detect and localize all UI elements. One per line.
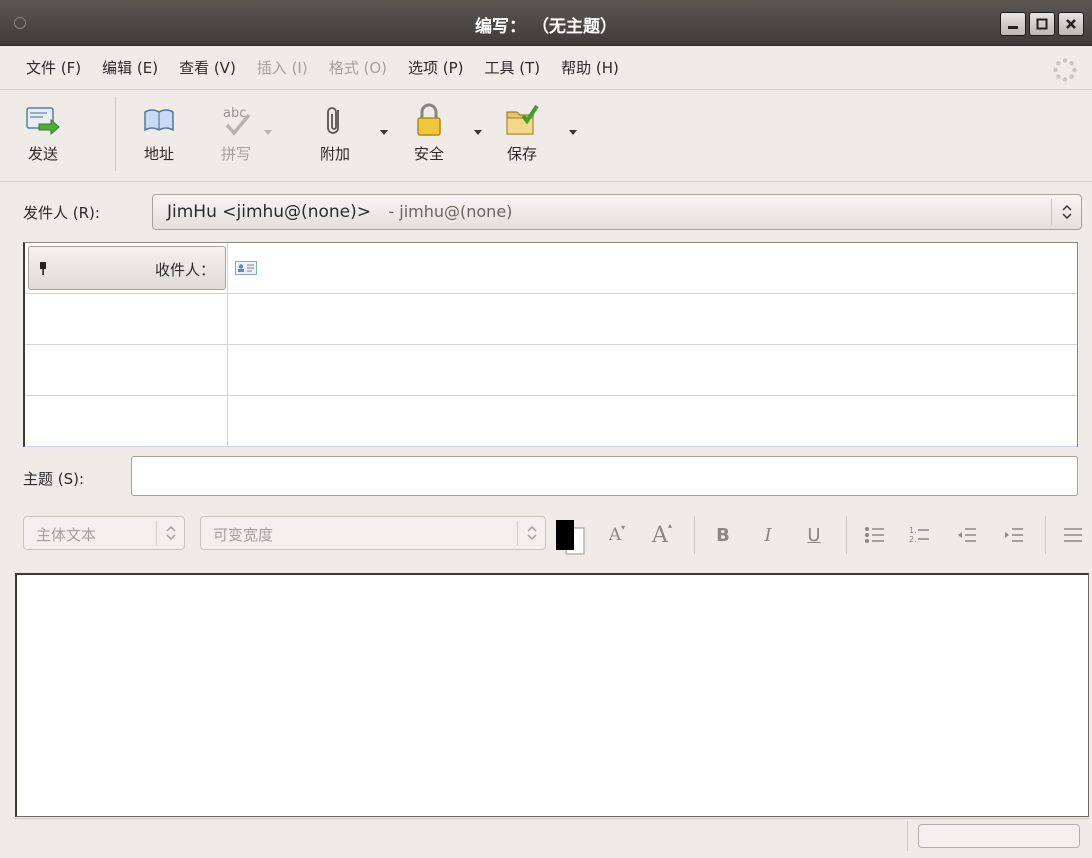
attach-button[interactable]: 附加: [316, 101, 354, 175]
address-book-icon: [144, 109, 174, 132]
attach-dropdown-arrow[interactable]: [378, 127, 390, 137]
underline-button[interactable]: U: [801, 522, 827, 548]
to-label: 收件人：: [154, 261, 215, 279]
recipient-input[interactable]: [229, 345, 1077, 395]
paragraph-style-select[interactable]: 主体文本: [23, 516, 185, 550]
italic-button[interactable]: I: [755, 522, 781, 548]
indent-icon: [1005, 528, 1023, 542]
svg-text:abc: abc: [223, 106, 246, 121]
up-down-arrows-icon: [526, 526, 537, 540]
text-color-button[interactable]: [553, 514, 593, 558]
from-identity: JimHu <jimhu@(none)>: [167, 202, 371, 222]
font-smaller-button[interactable]: A ▾: [604, 522, 630, 548]
up-down-arrows-icon: [165, 526, 176, 540]
spell-check-icon: abc: [223, 106, 251, 136]
spell-label: 拼写: [220, 145, 251, 163]
numbered-list-icon: 1. 2.: [909, 526, 929, 544]
up-down-arrows-icon: [1061, 205, 1072, 219]
contact-card-icon: [235, 261, 257, 275]
progress-bar: [918, 824, 1080, 848]
recipient-row: [25, 345, 1077, 396]
menu-view[interactable]: 查看 (V): [179, 57, 236, 78]
recipient-row: [25, 294, 1077, 345]
security-dropdown-arrow[interactable]: [472, 127, 484, 137]
numbered-list-button[interactable]: 1. 2.: [907, 522, 933, 548]
menu-format[interactable]: 格式 (O): [329, 57, 387, 78]
send-label: 发送: [27, 145, 58, 163]
message-body-editor[interactable]: [15, 573, 1089, 817]
status-bar: [15, 818, 1089, 852]
font-larger-button[interactable]: A ▴: [649, 521, 675, 548]
address-label: 地址: [143, 145, 174, 163]
recipient-input[interactable]: [229, 294, 1077, 344]
align-button[interactable]: [1060, 522, 1086, 548]
chevron-down-icon: [264, 129, 272, 135]
chevron-down-icon: [569, 129, 577, 135]
close-button[interactable]: [1058, 12, 1084, 36]
from-label: 发件人 (R):: [23, 204, 100, 222]
toolbar-separator: [115, 97, 116, 171]
font-select[interactable]: 可变宽度: [200, 516, 546, 550]
window-title: 编写： （无主题）: [475, 17, 617, 37]
from-account: - jimhu@(none): [388, 202, 513, 221]
svg-text:1.: 1.: [909, 526, 917, 535]
from-row: 发件人 (R): JimHu <jimhu@(none)> - jimhu@(n…: [0, 190, 1092, 234]
bold-button[interactable]: B: [710, 522, 736, 548]
close-icon: [1066, 19, 1076, 29]
menu-bar: 文件 (F) 编辑 (E) 查看 (V) 插入 (I) 格式 (O) 选项 (P…: [0, 46, 1092, 90]
spell-dropdown-arrow[interactable]: [262, 127, 274, 137]
address-button[interactable]: 地址: [140, 101, 178, 175]
bulleted-list-button[interactable]: [862, 522, 888, 548]
save-dropdown-arrow[interactable]: [567, 127, 579, 137]
format-toolbar: 主体文本 可变宽度 A ▾ A ▴ B I U 1. 2.: [0, 508, 1092, 564]
font-value: 可变宽度: [213, 526, 274, 544]
menu-insert[interactable]: 插入 (I): [257, 57, 308, 78]
bullet-list-icon: [865, 527, 884, 543]
outdent-icon: [958, 528, 976, 542]
indent-button[interactable]: [1001, 522, 1027, 548]
menu-file[interactable]: 文件 (F): [26, 57, 81, 78]
save-label: 保存: [506, 145, 537, 163]
send-icon: [26, 107, 60, 136]
outdent-button[interactable]: [954, 522, 980, 548]
attach-label: 附加: [319, 145, 350, 163]
pin-icon: [40, 262, 46, 275]
from-select[interactable]: JimHu <jimhu@(none)> - jimhu@(none): [152, 194, 1082, 230]
recipients-grid: 收件人：: [23, 242, 1078, 447]
recipient-row: [25, 396, 1077, 447]
save-folder-icon: [506, 104, 539, 135]
send-button[interactable]: 发送: [24, 101, 62, 175]
subject-input[interactable]: [131, 456, 1078, 496]
chevron-down-icon: [474, 129, 482, 135]
menu-edit[interactable]: 编辑 (E): [102, 57, 158, 78]
lock-icon: [417, 103, 441, 136]
recipient-input[interactable]: [229, 396, 1077, 446]
compose-toolbar: 发送 地址 abc 拼写 附加 安全 保存: [0, 91, 1092, 182]
chevron-down-icon: [380, 129, 388, 135]
recipient-input[interactable]: [259, 243, 1077, 293]
minimize-button[interactable]: [1000, 12, 1026, 36]
menu-options[interactable]: 选项 (P): [408, 57, 464, 78]
paragraph-style-value: 主体文本: [36, 526, 97, 544]
align-icon: [1064, 528, 1082, 542]
menu-tools[interactable]: 工具 (T): [485, 57, 541, 78]
recipient-row: 收件人：: [25, 243, 1077, 294]
title-bar: 编写： （无主题）: [0, 0, 1092, 46]
activity-throbber-icon: [1053, 58, 1077, 82]
maximize-icon: [1036, 18, 1048, 30]
security-label: 安全: [413, 145, 444, 163]
paperclip-icon: [327, 107, 339, 134]
svg-text:2.: 2.: [909, 535, 917, 544]
recipient-type-select[interactable]: 收件人：: [28, 246, 226, 290]
save-button[interactable]: 保存: [503, 101, 541, 175]
subject-label: 主题 (S):: [23, 470, 85, 488]
minimize-icon: [1008, 26, 1018, 29]
menu-help[interactable]: 帮助 (H): [561, 57, 619, 78]
spell-button[interactable]: abc 拼写: [217, 101, 255, 175]
from-select-arrow[interactable]: [1051, 199, 1081, 225]
security-button[interactable]: 安全: [410, 101, 448, 175]
color-swatch-icon: [556, 520, 585, 555]
maximize-button[interactable]: [1029, 12, 1055, 36]
